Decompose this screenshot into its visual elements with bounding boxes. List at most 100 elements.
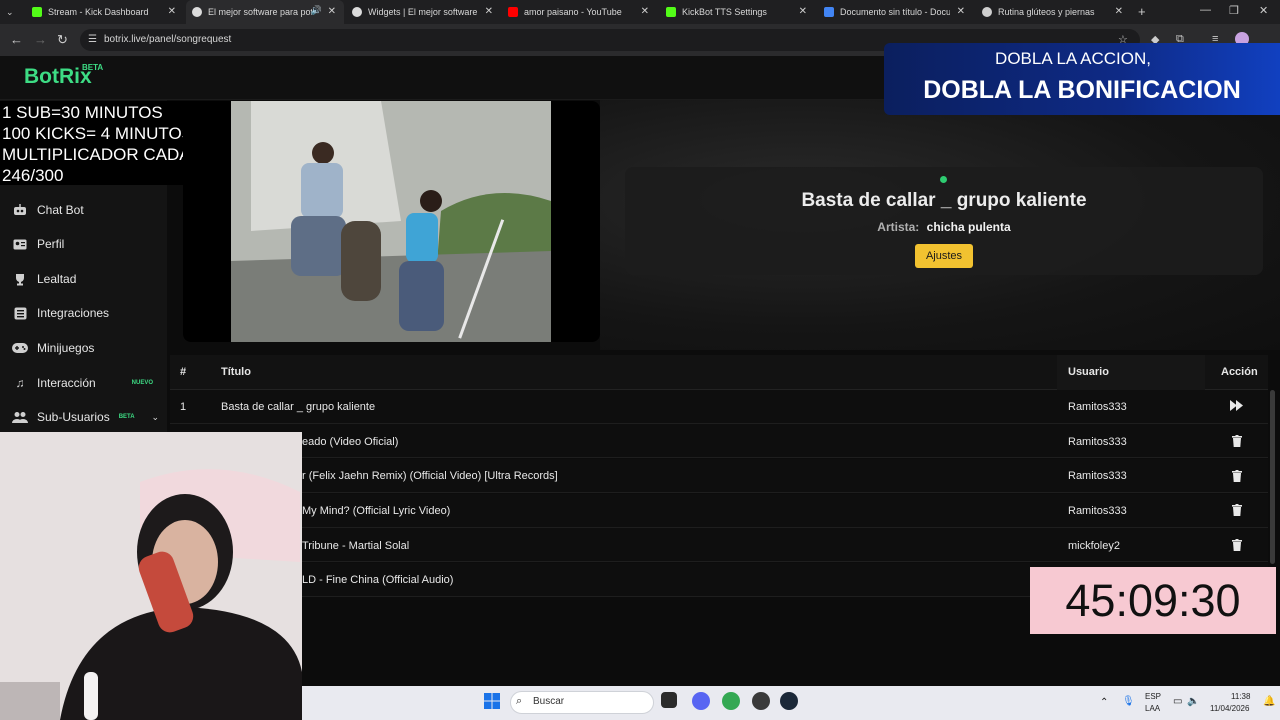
microphone-icon[interactable]: 🎙 xyxy=(1122,696,1135,707)
row-title: Tribune - Martial Solal xyxy=(302,540,410,552)
sidebar-item-sub-usuarios[interactable]: Sub-Usuarios BETA ⌄ xyxy=(0,400,167,434)
chrome-icon[interactable] xyxy=(722,692,740,710)
row-title: My Mind? (Official Lyric Video) xyxy=(302,505,451,517)
gamepad-icon xyxy=(12,341,28,355)
notification-bell-icon[interactable]: 🔔 xyxy=(1263,696,1275,707)
row-title: r (Felix Jaehn Remix) (Official Video) [… xyxy=(302,470,558,482)
trash-icon[interactable] xyxy=(1232,504,1242,519)
sidebar-item-integraciones[interactable]: Integraciones xyxy=(0,296,167,330)
trash-icon[interactable] xyxy=(1232,470,1242,485)
sidebar-item-perfil[interactable]: Perfil xyxy=(0,227,167,261)
row-title: LD - Fine China (Official Audio) xyxy=(302,574,454,586)
sidebar-item-label: Interacción xyxy=(37,376,96,390)
sidebar-item-minijuegos[interactable]: Minijuegos xyxy=(0,331,167,365)
trash-icon[interactable] xyxy=(1232,435,1242,450)
botrix-favicon-icon xyxy=(352,7,362,17)
new-badge: NUEVO xyxy=(131,380,153,386)
music-icon: ♫ xyxy=(15,376,25,390)
volume-icon[interactable]: 🔈 xyxy=(1187,696,1199,707)
artist-label: Artista: xyxy=(877,220,920,234)
tab-kick-dashboard[interactable]: Stream - Kick Dashboard ✕ xyxy=(26,0,184,24)
tab-kickbot-tts[interactable]: KickBot TTS Settings ✕ xyxy=(660,0,815,24)
video-frame xyxy=(231,101,551,342)
skip-forward-icon[interactable] xyxy=(1230,400,1244,414)
clock-time[interactable]: 11:38 xyxy=(1231,692,1250,701)
row-title: Basta de callar _ grupo kaliente xyxy=(221,401,376,413)
speaker-icon[interactable]: 🔊 xyxy=(311,5,322,16)
sidebar-item-lealtad[interactable]: Lealtad xyxy=(0,262,167,296)
youtube-favicon-icon xyxy=(508,7,518,17)
chevron-down-icon[interactable]: ⌄ xyxy=(151,412,159,423)
users-icon xyxy=(12,410,28,424)
countdown-timer: 45:09:30 xyxy=(1030,567,1276,634)
url-text: botrix.live/panel/songrequest xyxy=(104,34,232,45)
tab-youtube[interactable]: amor paisano - YouTube ✕ xyxy=(502,0,657,24)
language-code[interactable]: ESP xyxy=(1145,692,1161,701)
kick-favicon-icon xyxy=(32,7,42,17)
trash-icon[interactable] xyxy=(1232,539,1242,554)
reload-button[interactable]: ↻ xyxy=(57,32,68,48)
table-scrollbar[interactable] xyxy=(1270,390,1275,564)
now-playing-title: Basta de callar _ grupo kaliente xyxy=(801,190,1087,211)
kick-favicon-icon xyxy=(666,7,676,17)
close-icon[interactable]: ✕ xyxy=(641,6,649,17)
close-icon[interactable]: ✕ xyxy=(168,6,176,17)
row-user: Ramitos333 xyxy=(1068,505,1127,517)
tab-list-button[interactable]: ⌄ xyxy=(0,0,24,24)
site-info-icon[interactable]: ☰ xyxy=(88,34,97,45)
restore-button[interactable]: ❐ xyxy=(1229,4,1239,17)
header-num: # xyxy=(180,366,187,378)
sidebar-item-interaccion[interactable]: ♫ Interacción NUEVO xyxy=(0,366,167,400)
discord-icon[interactable] xyxy=(692,692,710,710)
webcam-overlay xyxy=(0,432,302,720)
file-explorer-icon[interactable] xyxy=(661,692,677,708)
clock-date[interactable]: 11/04/2026 xyxy=(1210,704,1249,713)
header-action: Acción xyxy=(1221,366,1258,378)
taskbar-search-placeholder: Buscar xyxy=(533,696,565,707)
sidebar-item-chat-bot[interactable]: Chat Bot xyxy=(0,193,167,227)
tab-google-docs[interactable]: Documento sin título - Docum ✕ xyxy=(818,0,973,24)
back-button[interactable]: ← xyxy=(10,32,23,47)
sidebar-item-label: Chat Bot xyxy=(37,203,84,217)
now-playing-artist-row: Artista: chicha pulenta xyxy=(625,220,1263,234)
promo-line-2: DOBLA LA BONIFICACION xyxy=(923,76,1241,104)
artist-name: chicha pulenta xyxy=(926,220,1011,234)
sidebar-item-label: Minijuegos xyxy=(37,341,95,355)
row-user: Ramitos333 xyxy=(1068,436,1127,448)
settings-button[interactable]: Ajustes xyxy=(915,244,973,268)
row-title: eado (Video Oficial) xyxy=(302,436,399,448)
browser-tab-bar: ⌄ Stream - Kick Dashboard ✕ El mejor sof… xyxy=(0,0,1280,24)
live-status-dot xyxy=(940,176,947,183)
sidebar-item-label: Lealtad xyxy=(37,272,77,286)
obs-icon[interactable] xyxy=(752,692,770,710)
sidebar-item-label: Perfil xyxy=(37,237,65,251)
close-icon[interactable]: ✕ xyxy=(799,6,807,17)
close-icon[interactable]: ✕ xyxy=(1115,6,1123,17)
tab-botrix[interactable]: El mejor software para pote 🔊 ✕ xyxy=(186,0,344,24)
new-tab-button[interactable]: + xyxy=(1138,4,1146,19)
language-region[interactable]: LAA xyxy=(1145,704,1160,713)
close-icon[interactable]: ✕ xyxy=(328,6,336,17)
window-close-button[interactable]: ✕ xyxy=(1259,4,1268,17)
row-num: 1 xyxy=(180,401,187,413)
forward-button[interactable]: → xyxy=(34,32,47,47)
logo-beta-badge: BETA xyxy=(82,63,104,72)
network-icon[interactable]: ▭ xyxy=(1173,696,1182,707)
row-user: Ramitos333 xyxy=(1068,470,1127,482)
search-icon: ⌕ xyxy=(516,695,523,707)
tab-rutina[interactable]: Rutina glúteos y piernas ✕ xyxy=(976,0,1131,24)
docs-favicon-icon xyxy=(824,7,834,17)
robot-icon xyxy=(12,203,28,217)
steam-icon[interactable] xyxy=(780,692,798,710)
close-icon[interactable]: ✕ xyxy=(485,6,493,17)
header-title: Título xyxy=(221,366,251,378)
taskbar-search-input[interactable] xyxy=(510,691,654,714)
tray-chevron-up-icon[interactable]: ⌃ xyxy=(1100,697,1108,708)
close-icon[interactable]: ✕ xyxy=(957,6,965,17)
windows-start-icon[interactable] xyxy=(484,693,500,714)
plug-icon xyxy=(12,306,28,320)
tab-widgets[interactable]: Widgets | El mejor software pa ✕ xyxy=(346,0,501,24)
row-user: Ramitos333 xyxy=(1068,401,1127,413)
minimize-button[interactable]: — xyxy=(1200,4,1211,16)
trophy-icon xyxy=(12,272,28,286)
